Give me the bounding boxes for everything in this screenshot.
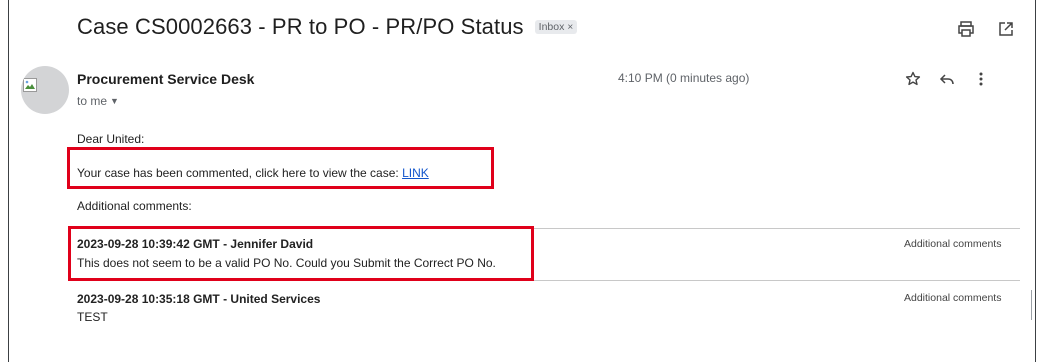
highlight-box-comment: [68, 226, 534, 281]
print-icon[interactable]: [957, 20, 975, 38]
comment-type: Additional comments: [904, 238, 1002, 250]
comment-type: Additional comments: [904, 292, 1002, 304]
comment-header: 2023-09-28 10:35:18 GMT - United Service…: [77, 292, 321, 306]
reply-icon[interactable]: [938, 70, 956, 88]
highlight-box-case-link: [67, 147, 494, 189]
thread-toolbar: [957, 20, 1015, 38]
recipient-details-toggle[interactable]: to me ▼: [77, 94, 119, 108]
subject-row: Case CS0002663 - PR to PO - PR/PO Status…: [77, 14, 578, 40]
greeting: Dear United:: [77, 132, 145, 146]
message-time: 4:10 PM (0 minutes ago): [618, 71, 750, 85]
recipient-text: to me: [77, 94, 108, 108]
email-subject: Case CS0002663 - PR to PO - PR/PO Status: [77, 14, 524, 39]
sender-name[interactable]: Procurement Service Desk: [77, 71, 254, 87]
star-icon[interactable]: [904, 70, 922, 88]
open-in-new-window-icon[interactable]: [997, 20, 1015, 38]
caret-down-icon: ▼: [110, 96, 119, 106]
label-text: Inbox: [538, 21, 565, 33]
remove-label-button[interactable]: ×: [567, 22, 573, 33]
inbox-label-chip[interactable]: Inbox ×: [534, 20, 578, 34]
broken-image-icon: [23, 78, 37, 92]
comment-text: TEST: [77, 310, 108, 324]
additional-comments-heading: Additional comments:: [77, 199, 192, 213]
avatar: [21, 66, 69, 114]
more-vertical-icon[interactable]: [972, 70, 990, 88]
message-actions: [904, 70, 990, 88]
scrollbar[interactable]: [1031, 290, 1032, 320]
